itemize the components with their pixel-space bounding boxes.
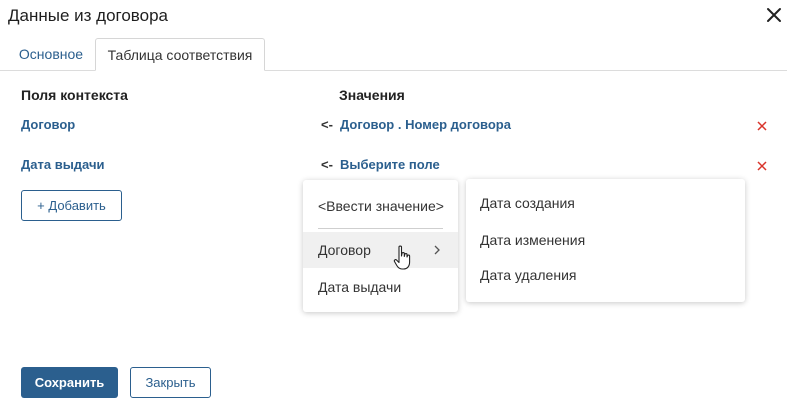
row-arrow: <- [321, 117, 333, 132]
menu-item-contract[interactable]: Договор [303, 232, 458, 268]
delete-x-icon[interactable] [755, 159, 769, 173]
close-button[interactable]: Закрыть [130, 367, 211, 398]
field-dropdown-menu: <Ввести значение> Договор Дата выдачи [303, 180, 458, 312]
tab-main[interactable]: Основное [8, 38, 94, 71]
menu-item-label: Договор [318, 242, 371, 258]
row-field-contract[interactable]: Договор [21, 117, 75, 132]
menu-item-enter-value[interactable]: <Ввести значение> [303, 188, 458, 224]
delete-x-icon[interactable] [755, 119, 769, 133]
dialog-title: Данные из договора [8, 6, 169, 25]
hand-pointer-icon [393, 245, 411, 270]
submenu-item-modified-date[interactable]: Дата изменения [466, 222, 745, 258]
save-button[interactable]: Сохранить [21, 367, 118, 398]
menu-divider [318, 228, 443, 229]
add-button[interactable]: + Добавить [21, 190, 122, 221]
row-value-select-field[interactable]: Выберите поле [340, 157, 440, 172]
menu-item-issue-date[interactable]: Дата выдачи [303, 269, 458, 305]
context-fields-header: Поля контекста [21, 87, 128, 103]
row-field-issue-date[interactable]: Дата выдачи [21, 157, 105, 172]
submenu-item-deleted-date[interactable]: Дата удаления [466, 257, 745, 293]
row-arrow: <- [321, 157, 333, 172]
close-icon[interactable] [763, 4, 785, 26]
tab-mapping-table[interactable]: Таблица соответствия [95, 38, 265, 71]
values-header: Значения [339, 87, 405, 103]
chevron-right-icon [434, 245, 440, 255]
submenu-item-created-date[interactable]: Дата создания [466, 185, 745, 221]
contract-submenu: Дата создания Дата изменения Дата удален… [466, 179, 745, 302]
row-value-contract[interactable]: Договор . Номер договора [340, 117, 511, 132]
